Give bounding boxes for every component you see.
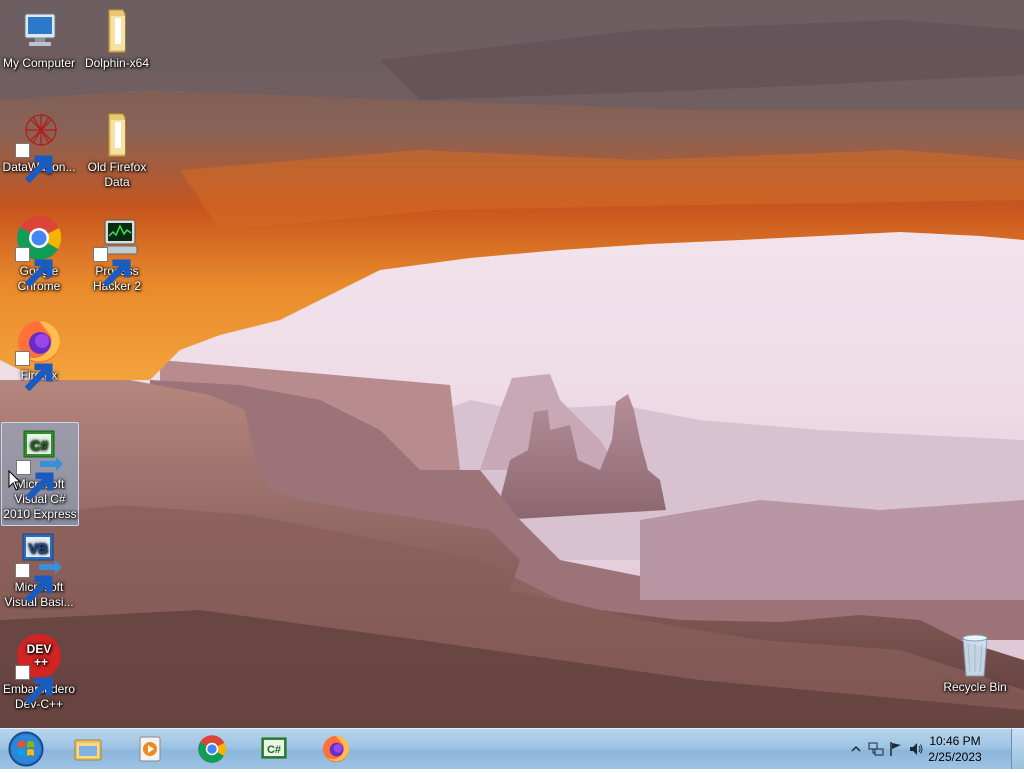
taskbar-firefox-button[interactable] [306,730,366,768]
desktop-icon-google-chrome[interactable]: Google Chrome [1,214,77,294]
taskbar-explorer-button[interactable] [58,730,118,768]
chrome-icon [198,735,226,763]
action-center-flag-icon[interactable] [888,741,904,757]
icon-label: Recycle Bin [943,680,1007,694]
desktop-icon-dolphin[interactable]: Dolphin-x64 [79,6,155,71]
firefox-icon [322,735,350,763]
svg-text:VB: VB [28,540,47,556]
firefox-icon [15,318,63,392]
svg-text:DEV: DEV [27,642,52,656]
devcpp-icon: DEV ++ [15,632,63,706]
datawagon-icon [15,110,63,184]
desktop-icon-datawagon[interactable]: DataWagon... [1,110,77,184]
desktop[interactable]: My Computer Dolphin-x64 DataWagon... Old… [0,0,1024,728]
desktop-icon-firefox[interactable]: Firefox [1,318,77,392]
taskbar-clock[interactable]: 10:46 PM 2/25/2023 [920,733,990,765]
desktop-icon-visual-basic[interactable]: VB Microsoft Visual Basi... [1,530,77,610]
icon-label: Dolphin-x64 [84,56,150,70]
clock-time: 10:46 PM [929,734,981,748]
visual-csharp-icon: C# [16,427,64,501]
desktop-icon-process-hacker[interactable]: Process Hacker 2 [79,214,155,294]
folder-icon [93,110,141,158]
icon-label: Old Firefox Data [87,160,147,189]
start-button[interactable] [4,730,48,768]
icon-label: My Computer [2,56,76,70]
process-hacker-icon [93,214,141,288]
desktop-icon-old-firefox-data[interactable]: Old Firefox Data [79,110,155,190]
clock-date: 2/25/2023 [928,750,982,764]
show-desktop-button[interactable] [1011,729,1024,769]
start-orb-icon [8,731,44,767]
visual-basic-icon: VB [15,530,63,604]
shortcut-arrow-icon [15,247,53,288]
recycle-bin-icon [951,630,999,678]
network-icon[interactable] [868,741,884,757]
media-player-icon [139,736,161,762]
shortcut-arrow-icon [93,247,131,288]
visual-csharp-icon: C# [261,737,287,759]
mouse-cursor-icon [8,470,22,491]
desktop-icon-my-computer[interactable]: My Computer [1,6,77,71]
shortcut-arrow-icon [15,143,53,184]
taskbar: C# 10:46 PM 2/25/2023 [0,728,1024,769]
folder-icon [93,6,141,54]
svg-text:C#: C# [30,437,48,453]
shortcut-arrow-icon [15,563,53,604]
taskbar-chrome-button[interactable] [182,730,242,768]
explorer-icon [74,739,102,761]
system-tray: 10:46 PM 2/25/2023 [834,729,1024,769]
shortcut-arrow-icon [15,351,53,392]
taskbar-media-player-button[interactable] [120,730,180,768]
svg-text:C#: C# [267,744,281,756]
chrome-icon [15,214,63,288]
shortcut-arrow-icon [15,665,53,706]
show-hidden-icons[interactable] [848,741,864,757]
desktop-icon-devcpp[interactable]: DEV ++ Embarcadero Dev-C++ [1,632,77,712]
taskbar-visual-csharp-button[interactable]: C# [244,730,304,768]
computer-icon [15,6,63,54]
desktop-icon-recycle-bin[interactable]: Recycle Bin [937,630,1013,695]
